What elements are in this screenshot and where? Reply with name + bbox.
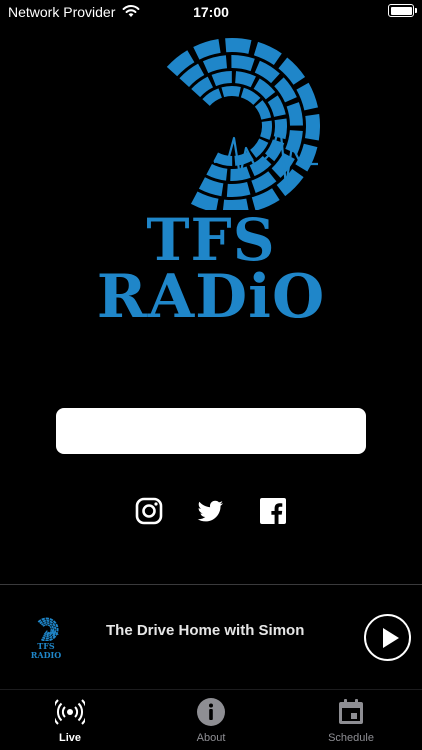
tab-schedule[interactable]: Schedule	[281, 690, 421, 750]
mini-logo-radio: RADIO	[30, 650, 62, 660]
twitter-icon[interactable]	[195, 496, 225, 526]
now-playing-info-box	[56, 408, 366, 454]
mini-radio-waves-icon	[37, 617, 59, 641]
logo-text-radio: RADiO	[96, 262, 326, 332]
tab-label-live: Live	[58, 732, 81, 744]
play-button[interactable]	[364, 614, 411, 661]
tab-about[interactable]: About	[141, 690, 281, 750]
social-links	[0, 496, 422, 526]
now-playing-title: The Drive Home with Simon	[106, 622, 305, 639]
status-bar: Network Provider 17:00	[0, 0, 422, 24]
status-time: 17:00	[193, 4, 229, 20]
broadcast-icon	[55, 699, 85, 725]
calendar-icon	[339, 699, 363, 724]
station-logo: TFS RADIO	[26, 617, 66, 661]
instagram-icon[interactable]	[134, 496, 164, 526]
tab-label-about: About	[196, 732, 226, 744]
facebook-icon[interactable]	[258, 496, 288, 526]
tab-label-schedule: Schedule	[328, 732, 374, 744]
tab-live[interactable]: Live	[0, 690, 140, 750]
mini-logo-tfs: TFS	[37, 641, 55, 651]
battery-icon	[388, 4, 417, 17]
radio-waves-logo-icon	[166, 38, 320, 210]
mini-player: TFS RADIO The Drive Home with Simon	[0, 585, 422, 689]
info-icon	[197, 698, 225, 726]
tab-bar: Live About Schedule	[0, 689, 422, 750]
